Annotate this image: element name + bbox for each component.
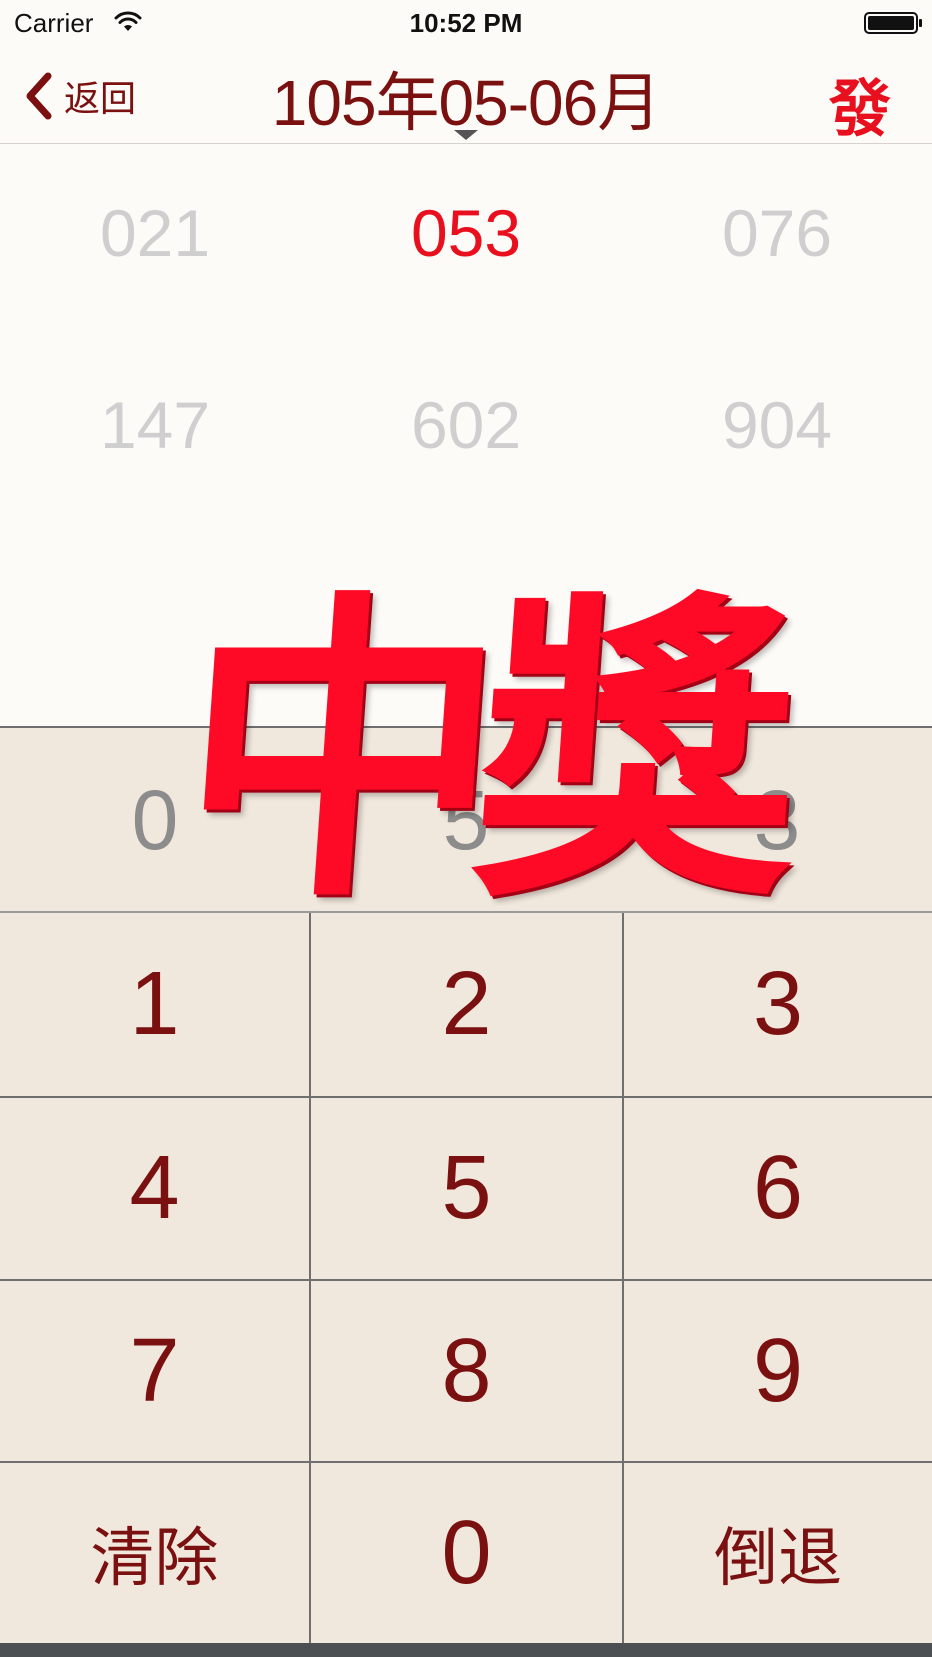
entered-digit: 5 xyxy=(442,773,490,867)
keypad-divider xyxy=(622,913,624,1643)
caret-down-icon[interactable] xyxy=(454,130,478,142)
winning-number: 021 xyxy=(99,196,211,270)
entry-display: 0 5 3 xyxy=(0,726,932,913)
status-bar: Carrier 10:52 PM xyxy=(0,0,932,48)
entered-digit: 3 xyxy=(753,773,801,867)
keypad-divider xyxy=(0,1461,932,1463)
battery-icon xyxy=(864,12,922,34)
keypad-divider xyxy=(0,1096,932,1098)
number-keypad: 1 2 3 4 5 6 7 8 9 清除 0 倒退 xyxy=(0,913,932,1643)
key-9[interactable]: 9 xyxy=(624,1281,932,1461)
winning-number: 147 xyxy=(99,388,211,462)
navigation-bar: 返回 105年05-06月 發 xyxy=(0,48,932,145)
key-1[interactable]: 1 xyxy=(0,913,309,1096)
clear-button[interactable]: 清除 xyxy=(0,1463,309,1643)
chevron-left-icon xyxy=(26,72,52,120)
key-3[interactable]: 3 xyxy=(624,913,932,1096)
status-time: 10:52 PM xyxy=(409,8,523,38)
keypad-divider xyxy=(309,913,311,1643)
winning-numbers: 021 053 076 147 602 904 xyxy=(0,145,932,725)
back-label: 返回 xyxy=(64,79,137,120)
key-0[interactable]: 0 xyxy=(311,1463,622,1643)
key-7[interactable]: 7 xyxy=(0,1281,309,1461)
backspace-button[interactable]: 倒退 xyxy=(624,1463,932,1643)
key-5[interactable]: 5 xyxy=(311,1098,622,1279)
key-6[interactable]: 6 xyxy=(624,1098,932,1279)
key-2[interactable]: 2 xyxy=(311,913,622,1096)
winning-number: 904 xyxy=(721,388,833,462)
winning-number: 602 xyxy=(410,388,522,462)
key-4[interactable]: 4 xyxy=(0,1098,309,1279)
keypad-divider xyxy=(0,1279,932,1281)
key-8[interactable]: 8 xyxy=(311,1281,622,1461)
winning-number-matched: 053 xyxy=(410,196,522,270)
back-button[interactable]: 返回 xyxy=(22,66,162,126)
bottom-edge xyxy=(0,1643,932,1657)
send-button[interactable]: 發 xyxy=(810,58,910,148)
winning-number: 076 xyxy=(721,196,833,270)
entered-digit: 0 xyxy=(131,773,179,867)
